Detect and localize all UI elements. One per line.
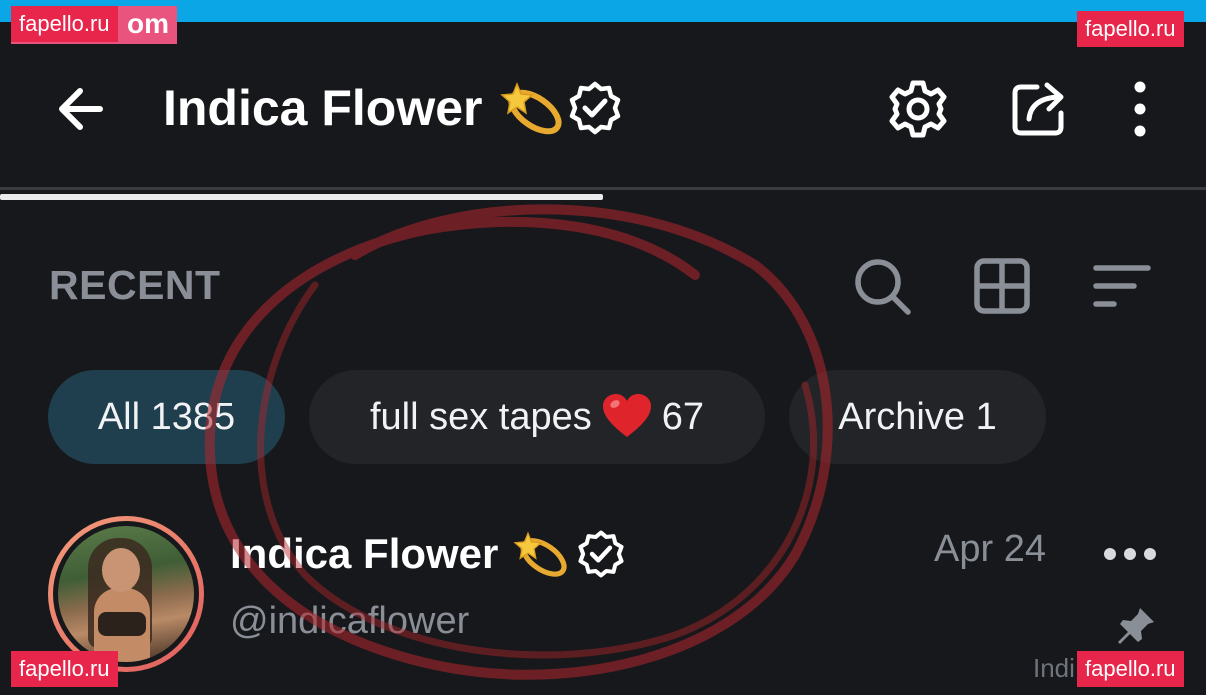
gear-icon[interactable] xyxy=(886,77,950,141)
more-horizontal-icon[interactable] xyxy=(1102,540,1158,568)
share-icon[interactable] xyxy=(1007,77,1071,141)
dizzy-star-emoji-icon xyxy=(513,531,567,577)
filter-chip-archive[interactable]: Archive 1 xyxy=(789,370,1046,464)
avatar-inner-ring xyxy=(53,521,199,667)
more-vertical-icon[interactable] xyxy=(1108,77,1172,141)
dizzy-star-emoji-icon xyxy=(499,81,562,135)
section-title: RECENT xyxy=(49,262,221,308)
filter-chip-archive-label: Archive 1 xyxy=(838,396,997,438)
post-author-handle[interactable]: @indicaflower xyxy=(230,600,469,643)
avatar-top-shape xyxy=(98,612,146,636)
page-title-text: Indica Flower xyxy=(163,80,483,136)
watermark-top-right: fapello.ru xyxy=(1077,11,1184,47)
page-title: Indica Flower xyxy=(163,78,623,138)
filter-chip-all[interactable]: All 1385 xyxy=(48,370,285,464)
avatar-photo xyxy=(58,526,194,662)
tab-track xyxy=(0,187,1206,190)
verified-badge-icon xyxy=(578,530,624,578)
post-corner-text: Indi xyxy=(1033,653,1075,683)
avatar[interactable] xyxy=(48,516,204,672)
post-date: Apr 24 xyxy=(934,528,1046,570)
avatar-face-shape xyxy=(102,548,140,592)
red-heart-emoji-icon xyxy=(602,393,651,437)
back-arrow-icon[interactable] xyxy=(52,80,110,138)
tab-active-indicator[interactable] xyxy=(0,194,603,200)
filter-chip-all-label: All 1385 xyxy=(97,396,236,438)
profile-header: Indica Flower xyxy=(0,22,1206,190)
post-author-name-text: Indica Flower xyxy=(230,530,499,577)
verified-badge-icon xyxy=(569,81,620,135)
sort-icon[interactable] xyxy=(1090,254,1154,318)
filter-chip-tapes-label: full sex tapes xyxy=(369,396,592,438)
filter-chip-full-sex-tapes[interactable]: full sex tapes 67 xyxy=(309,370,765,464)
watermark-bottom-left: fapello.ru xyxy=(11,651,118,687)
search-icon[interactable] xyxy=(850,254,914,318)
pin-icon xyxy=(1118,608,1154,644)
watermark-top-left-under: om xyxy=(127,8,169,39)
watermark-bottom-right: fapello.ru xyxy=(1077,651,1184,687)
filter-chip-tapes-count: 67 xyxy=(661,396,705,438)
status-bar xyxy=(0,0,1206,22)
post-author-name[interactable]: Indica Flower xyxy=(230,528,626,580)
post-item: Indica Flower @indicaflower Apr 24 Indi xyxy=(0,500,1206,695)
grid-icon[interactable] xyxy=(970,254,1034,318)
watermark-top-left: fapello.ru xyxy=(11,6,118,42)
